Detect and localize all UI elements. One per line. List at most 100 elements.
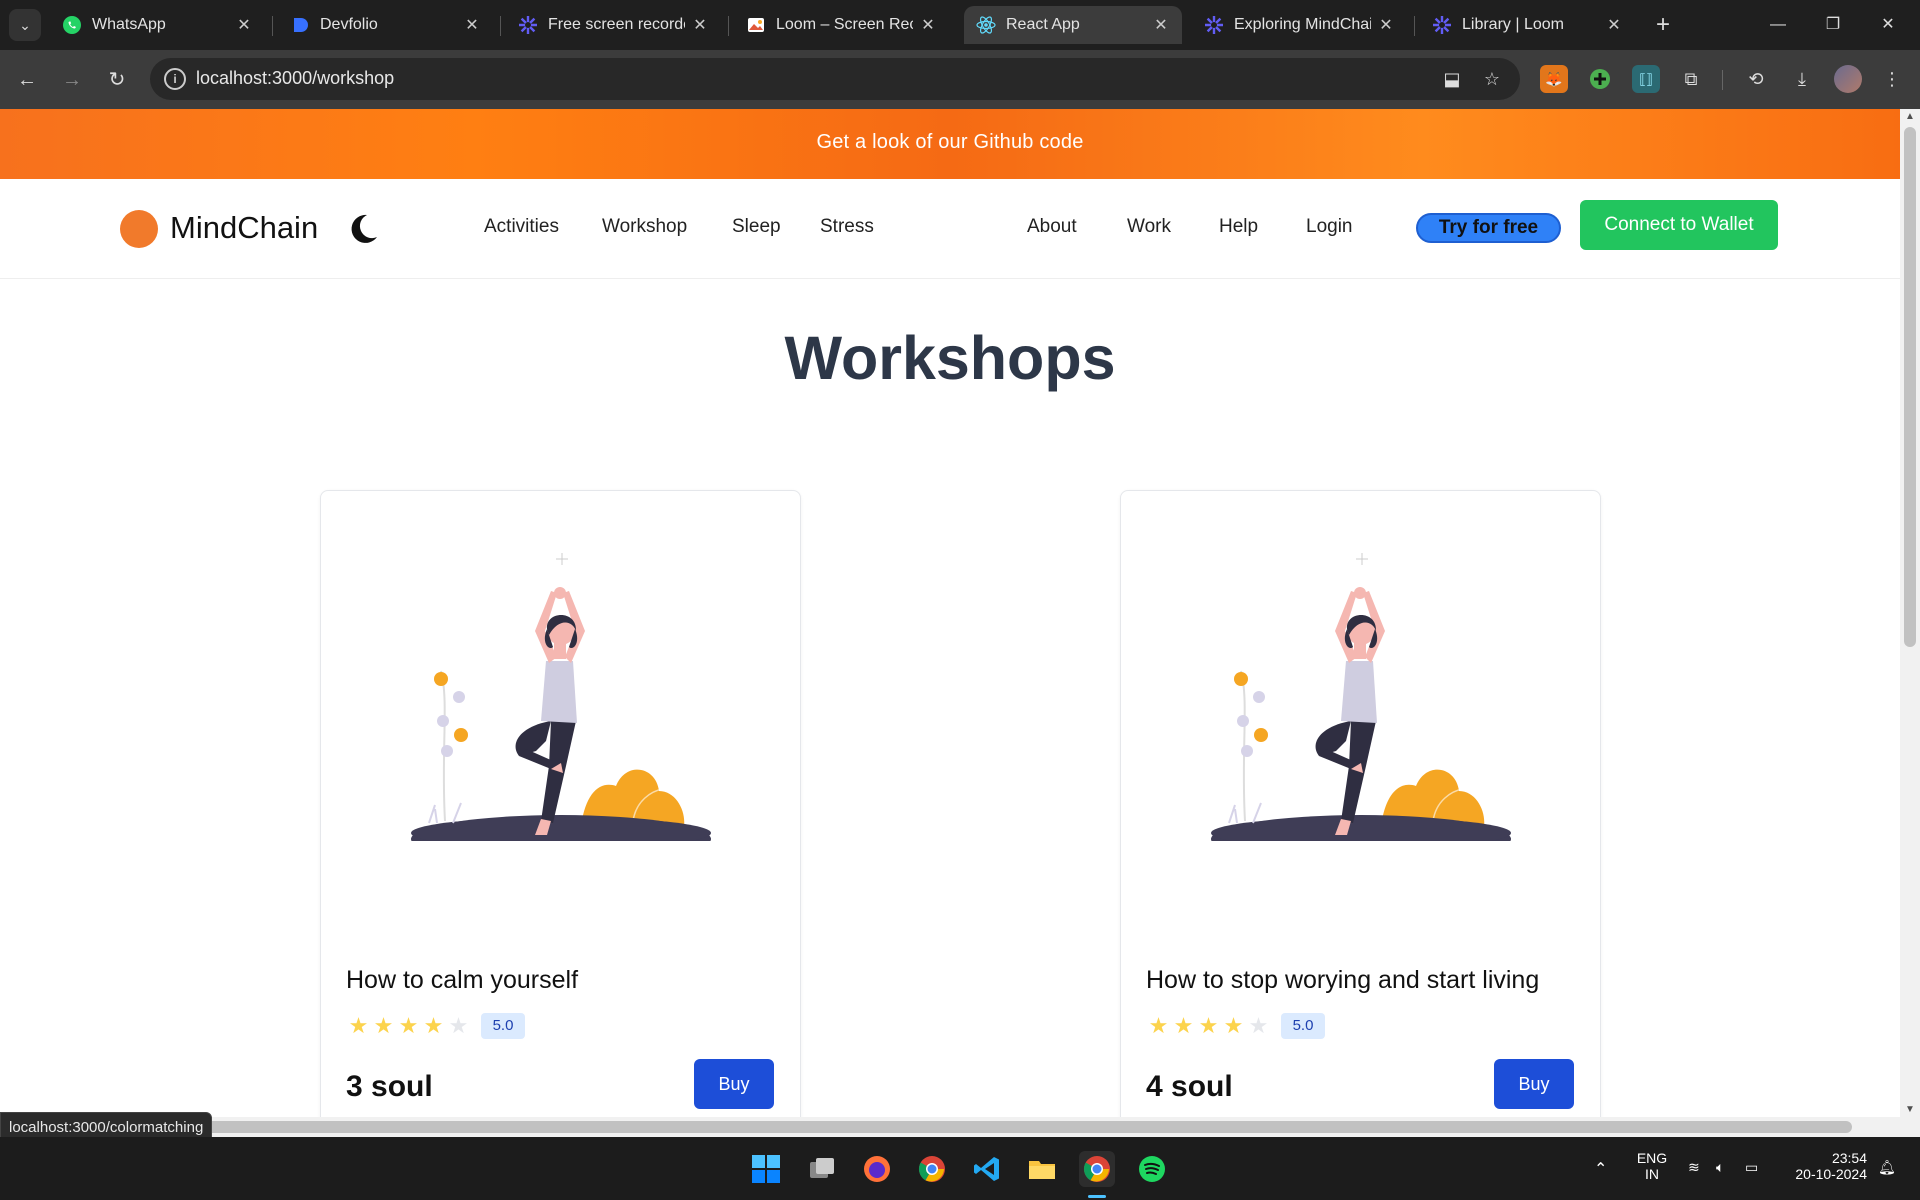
vscode-icon[interactable]	[969, 1151, 1005, 1187]
try-for-free-button[interactable]: Try for free	[1416, 213, 1561, 243]
react-icon	[976, 15, 996, 35]
card-title[interactable]: How to calm yourself	[346, 966, 578, 995]
star-filled-icon: ★	[1173, 1013, 1194, 1038]
nav-link-activities[interactable]: Activities	[484, 216, 559, 238]
clock-time: 23:54	[1831, 1150, 1867, 1166]
tab-react-app[interactable]: React App ✕	[964, 6, 1182, 44]
tab-title: Devfolio	[320, 16, 378, 33]
metamask-extension-icon[interactable]: 🦊	[1540, 65, 1568, 93]
nav-link-sleep[interactable]: Sleep	[732, 216, 781, 238]
nav-link-about[interactable]: About	[1027, 216, 1077, 238]
back-arrow-icon[interactable]: ←	[10, 63, 44, 97]
loom-icon	[518, 15, 538, 35]
close-tab-icon[interactable]: ✕	[691, 15, 709, 35]
tab-separator	[728, 16, 729, 36]
install-app-icon[interactable]: ⬓	[1441, 68, 1463, 90]
language-code: ENG	[1636, 1150, 1668, 1166]
star-empty-icon: ★	[448, 1013, 469, 1038]
site-navbar: MindChain Activities Workshop Sleep Stre…	[0, 179, 1900, 279]
star-filled-icon: ★	[1223, 1013, 1244, 1038]
scroll-down-arrow-icon[interactable]: ▼	[1900, 1104, 1920, 1115]
close-window-button[interactable]: ✕	[1858, 8, 1918, 42]
green-plus-extension-icon[interactable]	[1586, 65, 1614, 93]
toolbar-divider	[1722, 70, 1723, 90]
scrollbar-thumb[interactable]	[12, 1121, 1852, 1133]
tab-separator	[500, 16, 501, 36]
notification-bell-icon[interactable]: 🔔︎	[1878, 1159, 1896, 1176]
star-filled-icon: ★	[1148, 1013, 1169, 1038]
chrome-active-icon[interactable]	[1079, 1151, 1115, 1187]
bookmark-star-icon[interactable]: ☆	[1481, 68, 1503, 90]
horizontal-scrollbar[interactable]	[0, 1117, 1920, 1137]
workshop-card[interactable]: How to calm yourself ★ ★ ★ ★ ★ 5.0 3 soul Bu…	[320, 490, 801, 1117]
performance-icon[interactable]: ⟲	[1742, 65, 1770, 93]
windows-start-icon[interactable]	[748, 1151, 784, 1187]
reload-icon[interactable]: ↻	[100, 63, 134, 97]
dark-mode-moon-icon[interactable]	[345, 211, 381, 247]
address-bar[interactable]: i localhost:3000/workshop ⬓ ☆	[150, 58, 1520, 100]
downloads-icon[interactable]: ⤓	[1788, 65, 1816, 93]
tab-library-loom[interactable]: Library | Loom ✕	[1420, 6, 1635, 44]
tab-whatsapp[interactable]: WhatsApp ✕	[50, 6, 265, 44]
site-info-icon[interactable]: i	[164, 68, 186, 90]
tab-loom-screen-recorder[interactable]: Loom – Screen Recor ✕	[734, 6, 949, 44]
nav-link-login[interactable]: Login	[1306, 216, 1353, 238]
clock-date: 20-10-2024	[1795, 1166, 1867, 1182]
nav-link-help[interactable]: Help	[1219, 216, 1258, 238]
chrome-icon[interactable]	[914, 1151, 950, 1187]
buy-button[interactable]: Buy	[694, 1059, 774, 1109]
loom-app-icon	[746, 15, 766, 35]
tab-exploring-mindchain[interactable]: Exploring MindChain ✕	[1192, 6, 1407, 44]
spotify-icon[interactable]	[1134, 1151, 1170, 1187]
close-tab-icon[interactable]: ✕	[919, 15, 937, 35]
extensions-puzzle-icon[interactable]: ⧉	[1677, 65, 1705, 93]
new-tab-button[interactable]: +	[1648, 10, 1678, 40]
github-banner[interactable]: Get a look of our Github code	[0, 109, 1900, 179]
file-explorer-icon[interactable]	[1024, 1151, 1060, 1187]
close-tab-icon[interactable]: ✕	[1605, 15, 1623, 35]
price-label: 3 soul	[346, 1070, 433, 1103]
connect-wallet-button[interactable]: Connect to Wallet	[1580, 200, 1778, 250]
forward-arrow-icon[interactable]: →	[55, 63, 89, 97]
wifi-icon[interactable]: ≋	[1688, 1159, 1700, 1176]
tab-search-menu-button[interactable]: ⌄	[9, 9, 41, 41]
close-tab-icon[interactable]: ✕	[463, 15, 481, 35]
scroll-up-arrow-icon[interactable]: ▲	[1900, 111, 1920, 122]
vertical-scrollbar[interactable]: ▲ ▼	[1900, 109, 1920, 1117]
kebab-menu-icon[interactable]: ⋮	[1878, 65, 1906, 93]
region-code: IN	[1645, 1166, 1659, 1182]
star-rating: ★ ★ ★ ★ ★	[1146, 1013, 1271, 1039]
tab-free-screen-recorder[interactable]: Free screen recorder ✕	[506, 6, 721, 44]
brand-name[interactable]: MindChain	[170, 210, 318, 246]
restore-button[interactable]: ❐	[1803, 8, 1863, 42]
minimize-button[interactable]: —	[1748, 8, 1808, 42]
card-title[interactable]: How to stop worying and start living	[1146, 966, 1539, 995]
tab-separator	[1414, 16, 1415, 36]
task-view-icon[interactable]	[804, 1151, 840, 1187]
bracket-extension-icon[interactable]: ⟦⟧	[1632, 65, 1660, 93]
clock[interactable]: 23:54 20-10-2024	[1785, 1150, 1867, 1182]
volume-icon[interactable]: 🔈︎	[1716, 1159, 1724, 1176]
close-tab-icon[interactable]: ✕	[1152, 15, 1170, 35]
firefox-icon[interactable]	[859, 1151, 895, 1187]
battery-icon[interactable]: ▭	[1745, 1159, 1758, 1176]
nav-link-stress[interactable]: Stress	[820, 216, 874, 238]
logo-icon[interactable]	[120, 210, 158, 248]
close-tab-icon[interactable]: ✕	[235, 15, 253, 35]
url-text[interactable]: localhost:3000/workshop	[196, 68, 394, 89]
scrollbar-thumb[interactable]	[1904, 127, 1916, 647]
nav-link-workshop[interactable]: Workshop	[602, 216, 687, 238]
star-filled-icon: ★	[373, 1013, 394, 1038]
tray-overflow-chevron-icon[interactable]: ⌃	[1594, 1159, 1607, 1179]
tab-devfolio[interactable]: Devfolio ✕	[278, 6, 493, 44]
close-tab-icon[interactable]: ✕	[1377, 15, 1395, 35]
nav-link-work[interactable]: Work	[1127, 216, 1171, 238]
tab-title: WhatsApp	[92, 16, 166, 33]
tab-strip: ⌄ WhatsApp ✕ Devfolio ✕ Free screen reco…	[0, 0, 1920, 50]
banner-text[interactable]: Get a look of our Github code	[816, 131, 1083, 154]
workshop-card[interactable]: How to stop worying and start living ★ ★ ★…	[1120, 490, 1601, 1117]
language-indicator[interactable]: ENG IN	[1635, 1150, 1669, 1182]
profile-avatar[interactable]	[1834, 65, 1862, 93]
devfolio-icon	[290, 15, 310, 35]
buy-button[interactable]: Buy	[1494, 1059, 1574, 1109]
